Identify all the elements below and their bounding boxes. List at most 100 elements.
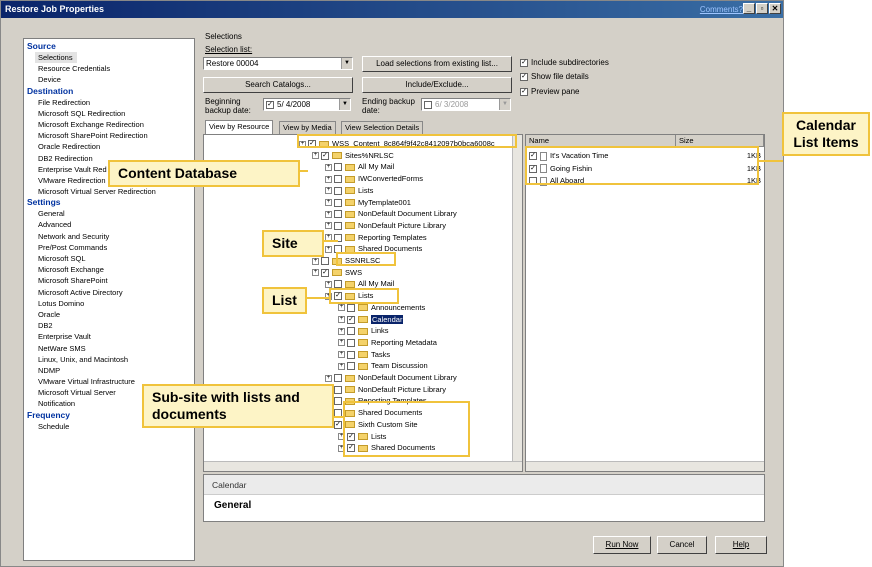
checkbox-icon[interactable]: ✓	[266, 100, 274, 109]
nav-item-microsoft-sharepoint-redirection[interactable]: Microsoft SharePoint Redirection	[24, 130, 194, 141]
checkbox-icon[interactable]: ✓	[347, 315, 355, 324]
nav-item-microsoft-virtual-server-redirection[interactable]: Microsoft Virtual Server Redirection	[24, 186, 194, 197]
nav-item-lotus-domino[interactable]: Lotus Domino	[24, 298, 194, 309]
nav-item-selections[interactable]: Selections	[35, 52, 77, 64]
checkbox-icon[interactable]	[347, 362, 355, 371]
checkbox-icon[interactable]	[334, 198, 342, 207]
expand-icon[interactable]: +	[325, 210, 332, 218]
maximize-icon[interactable]: ▫	[756, 3, 768, 14]
nav-item-oracle[interactable]: Oracle	[24, 309, 194, 320]
checkbox-icon[interactable]	[321, 257, 329, 266]
checkbox-icon[interactable]	[347, 327, 355, 336]
nav-item-linux-unix-and-macintosh[interactable]: Linux, Unix, and Macintosh	[24, 354, 194, 365]
checkbox-icon[interactable]	[334, 210, 342, 219]
tree-node[interactable]: + Tasks	[338, 349, 390, 361]
nav-item-file-redirection[interactable]: File Redirection	[24, 97, 194, 108]
list-horizontal-scrollbar[interactable]	[526, 461, 764, 471]
tree-node[interactable]: + NonDefault Document Library	[325, 372, 457, 384]
nav-item-microsoft-sql-redirection[interactable]: Microsoft SQL Redirection	[24, 108, 194, 119]
tree-node[interactable]: + ✓ Sites%NRLSC	[312, 150, 394, 162]
nav-item-oracle-redirection[interactable]: Oracle Redirection	[24, 141, 194, 152]
tree-node[interactable]: + ✓ SWS	[312, 267, 362, 279]
tree-node[interactable]: + Reporting Metadata	[338, 337, 437, 349]
tree-node[interactable]: + ✓ Calendar	[338, 314, 404, 326]
tree-node[interactable]: +NonDefault Picture Library	[325, 384, 446, 396]
expand-icon[interactable]: +	[325, 222, 332, 230]
minimize-icon[interactable]: _	[743, 3, 755, 14]
nav-item-pre-post-commands[interactable]: Pre/Post Commands	[24, 242, 194, 253]
checkbox-icon[interactable]	[334, 175, 342, 184]
expand-icon[interactable]: +	[325, 163, 332, 171]
expand-icon[interactable]: +	[338, 339, 345, 347]
expand-icon[interactable]: +	[325, 245, 332, 253]
checkbox-icon[interactable]: ✓	[520, 72, 528, 81]
tree-vertical-scrollbar[interactable]	[512, 135, 522, 471]
cancel-button[interactable]: Cancel	[657, 536, 707, 554]
comments-link[interactable]: Comments?	[700, 1, 743, 18]
option-show-file-details[interactable]: ✓ Show file details	[520, 72, 589, 81]
include-exclude-button[interactable]: Include/Exclude...	[362, 77, 512, 93]
nav-item-microsoft-exchange[interactable]: Microsoft Exchange	[24, 264, 194, 275]
tree-node[interactable]: +NonDefault Picture Library	[325, 220, 446, 232]
nav-item-microsoft-sharepoint[interactable]: Microsoft SharePoint	[24, 275, 194, 286]
expand-icon[interactable]: +	[338, 362, 345, 370]
checkbox-icon[interactable]	[347, 350, 355, 359]
expand-icon[interactable]: +	[312, 152, 319, 160]
nav-item-device[interactable]: Device	[24, 74, 194, 85]
help-button[interactable]: Help	[715, 536, 767, 554]
tree-node[interactable]: + MyTemplate001	[325, 197, 411, 209]
ending-date-field[interactable]: 6/ 3/2008 ▼	[421, 98, 511, 111]
option-include-subdirectories[interactable]: ✓ Include subdirectories	[520, 58, 609, 67]
nav-item-netware-sms[interactable]: NetWare SMS	[24, 343, 194, 354]
nav-item-resource-credentials[interactable]: Resource Credentials	[24, 63, 194, 74]
nav-item-ndmp[interactable]: NDMP	[24, 365, 194, 376]
tree-node[interactable]: + Lists	[325, 185, 373, 197]
nav-item-microsoft-active-directory[interactable]: Microsoft Active Directory	[24, 287, 194, 298]
checkbox-icon[interactable]	[334, 221, 342, 230]
checkbox-icon[interactable]	[334, 385, 342, 394]
expand-icon[interactable]: +	[338, 304, 345, 312]
selection-list-dropdown[interactable]: Restore 00004 ▼	[203, 57, 353, 70]
expand-icon[interactable]: +	[312, 269, 319, 277]
checkbox-icon[interactable]: ✓	[520, 87, 528, 96]
checkbox-icon[interactable]: ✓	[321, 268, 329, 277]
expand-icon[interactable]: +	[325, 175, 332, 183]
chevron-down-icon[interactable]: ▼	[499, 99, 510, 110]
checkbox-icon[interactable]: ✓	[321, 151, 329, 160]
checkbox-icon[interactable]	[334, 397, 342, 406]
expand-icon[interactable]: +	[338, 327, 345, 335]
load-selections-button[interactable]: Load selections from existing list...	[362, 56, 512, 72]
tab-view-selection-details[interactable]: View Selection Details	[341, 121, 424, 134]
tab-view-by-media[interactable]: View by Media	[279, 121, 336, 134]
checkbox-icon[interactable]	[334, 186, 342, 195]
nav-item-microsoft-exchange-redirection[interactable]: Microsoft Exchange Redirection	[24, 119, 194, 130]
beginning-date-field[interactable]: ✓ 5/ 4/2008 ▼	[263, 98, 351, 111]
expand-icon[interactable]: +	[312, 257, 319, 265]
search-catalogs-button[interactable]: Search Catalogs...	[203, 77, 353, 93]
expand-icon[interactable]: +	[325, 280, 332, 288]
run-now-button[interactable]: Run Now	[593, 536, 651, 554]
chevron-down-icon[interactable]: ▼	[339, 99, 350, 110]
checkbox-icon[interactable]: ✓	[334, 420, 342, 429]
nav-item-network-and-security[interactable]: Network and Security	[24, 231, 194, 242]
checkbox-icon[interactable]: ✓	[520, 58, 528, 67]
nav-item-db2[interactable]: DB2	[24, 320, 194, 331]
checkbox-icon[interactable]	[347, 338, 355, 347]
tree-node[interactable]: + All My Mail	[325, 161, 394, 173]
tree-node[interactable]: + IWConvertedForms	[325, 173, 423, 185]
expand-icon[interactable]: +	[325, 187, 332, 195]
expand-icon[interactable]: +	[325, 199, 332, 207]
tab-view-by-resource[interactable]: View by Resource	[205, 120, 274, 134]
checkbox-icon[interactable]	[347, 303, 355, 312]
tree-node[interactable]: + Links	[338, 325, 389, 337]
checkbox-icon[interactable]	[424, 100, 432, 109]
expand-icon[interactable]: +	[338, 351, 345, 359]
checkbox-icon[interactable]	[334, 163, 342, 172]
checkbox-icon[interactable]	[334, 374, 342, 383]
expand-icon[interactable]: +	[325, 374, 332, 382]
option-preview-pane[interactable]: ✓ Preview pane	[520, 87, 579, 96]
close-icon[interactable]: ✕	[769, 3, 781, 14]
tree-node[interactable]: + NonDefault Document Library	[325, 208, 457, 220]
tree-horizontal-scrollbar[interactable]	[204, 461, 522, 471]
chevron-down-icon[interactable]: ▼	[341, 58, 352, 69]
